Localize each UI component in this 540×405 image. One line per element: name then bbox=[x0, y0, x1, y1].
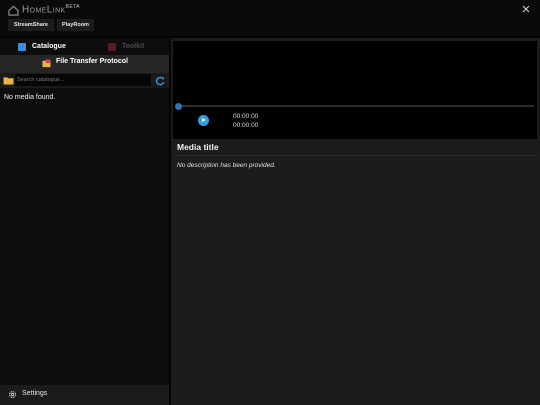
current-time: 00:00:00 bbox=[233, 113, 259, 120]
toolkit-icon bbox=[108, 43, 116, 51]
player-controls bbox=[173, 104, 537, 135]
search-row bbox=[0, 73, 169, 88]
refresh-icon[interactable] bbox=[155, 76, 165, 86]
close-icon[interactable] bbox=[520, 3, 532, 15]
tab-catalogue-label: Catalogue bbox=[32, 43, 66, 50]
seek-handle[interactable] bbox=[175, 103, 182, 110]
settings-button[interactable]: Settings bbox=[0, 385, 169, 405]
gear-icon bbox=[9, 391, 16, 398]
streamshare-button[interactable]: StreamShare bbox=[8, 19, 54, 31]
playroom-button[interactable]: PlayRoom bbox=[57, 19, 94, 31]
title-bar: HomeLinkBETA StreamShare PlayRoom bbox=[0, 0, 540, 36]
play-button[interactable] bbox=[198, 115, 209, 126]
tab-toolkit[interactable]: Toolkit bbox=[108, 40, 158, 54]
app-brand: HomeLinkBETA bbox=[22, 4, 80, 15]
media-title: Media title bbox=[177, 142, 219, 152]
seek-bar[interactable] bbox=[177, 105, 534, 107]
settings-label: Settings bbox=[22, 390, 48, 397]
empty-catalogue-message: No media found. bbox=[4, 94, 56, 101]
tab-toolkit-label: Toolkit bbox=[122, 43, 145, 50]
sidebar: Catalogue Toolkit File Transfer Protocol… bbox=[0, 38, 169, 405]
ftp-icon bbox=[42, 59, 51, 68]
ftp-section-title: File Transfer Protocol bbox=[56, 58, 128, 65]
folder-icon[interactable] bbox=[3, 76, 14, 85]
media-description: No description has been provided. bbox=[177, 162, 276, 169]
media-detail-panel: 00:00:00 00:00:00 Media title No descrip… bbox=[171, 38, 540, 405]
tab-catalogue[interactable]: Catalogue bbox=[18, 40, 88, 54]
ftp-section-header[interactable]: File Transfer Protocol bbox=[0, 55, 169, 73]
home-logo-icon bbox=[8, 5, 19, 16]
catalogue-icon bbox=[18, 43, 26, 51]
total-time: 00:00:00 bbox=[233, 122, 259, 129]
search-input[interactable] bbox=[15, 74, 151, 86]
beta-badge: BETA bbox=[65, 4, 80, 10]
divider bbox=[175, 155, 537, 156]
brand-name: HomeLink bbox=[22, 4, 66, 16]
